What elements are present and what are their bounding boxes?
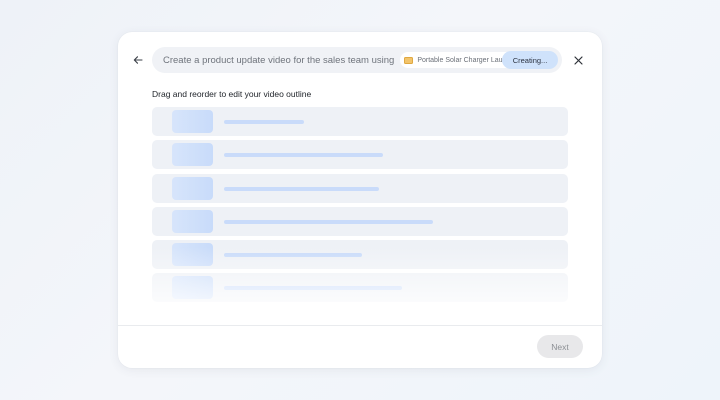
outline-row-thumbnail-placeholder xyxy=(172,276,213,300)
outline-row[interactable] xyxy=(152,240,568,270)
outline-row[interactable] xyxy=(152,173,568,203)
close-icon xyxy=(573,55,583,65)
outline-row-thumbnail-placeholder xyxy=(172,209,213,233)
footer-divider xyxy=(118,325,602,326)
outline-row-text-placeholder xyxy=(224,120,304,124)
creating-button[interactable]: Creating... xyxy=(502,51,558,69)
create-video-dialog: Create a product update video for the sa… xyxy=(118,32,602,368)
outline-row[interactable] xyxy=(152,140,568,170)
outline-row-thumbnail-placeholder xyxy=(172,143,213,167)
outline-row-text-placeholder xyxy=(224,186,379,191)
back-button[interactable] xyxy=(130,52,146,68)
outline-row[interactable] xyxy=(152,107,568,136)
close-button[interactable] xyxy=(570,52,586,68)
outline-row-thumbnail-placeholder xyxy=(172,176,213,200)
outline-row-thumbnail-placeholder xyxy=(172,243,213,267)
outline-row-thumbnail-placeholder xyxy=(172,110,213,133)
slides-icon xyxy=(404,56,414,64)
arrow-left-icon xyxy=(133,56,143,64)
outline-row-text-placeholder xyxy=(224,286,402,291)
next-button[interactable]: Next xyxy=(537,335,583,358)
attachment-chip-label: Portable Solar Charger Launch xyxy=(417,56,514,64)
outline-row-text-placeholder xyxy=(224,153,383,158)
outline-list xyxy=(152,107,568,307)
outline-row[interactable] xyxy=(152,273,568,303)
prompt-text: Create a product update video for the sa… xyxy=(163,54,395,66)
outline-row-text-placeholder xyxy=(224,219,433,224)
prompt-bar[interactable]: Create a product update video for the sa… xyxy=(152,47,562,73)
outline-row-text-placeholder xyxy=(224,253,362,258)
outline-instructions: Drag and reorder to edit your video outl… xyxy=(152,89,312,99)
outline-row[interactable] xyxy=(152,206,568,236)
